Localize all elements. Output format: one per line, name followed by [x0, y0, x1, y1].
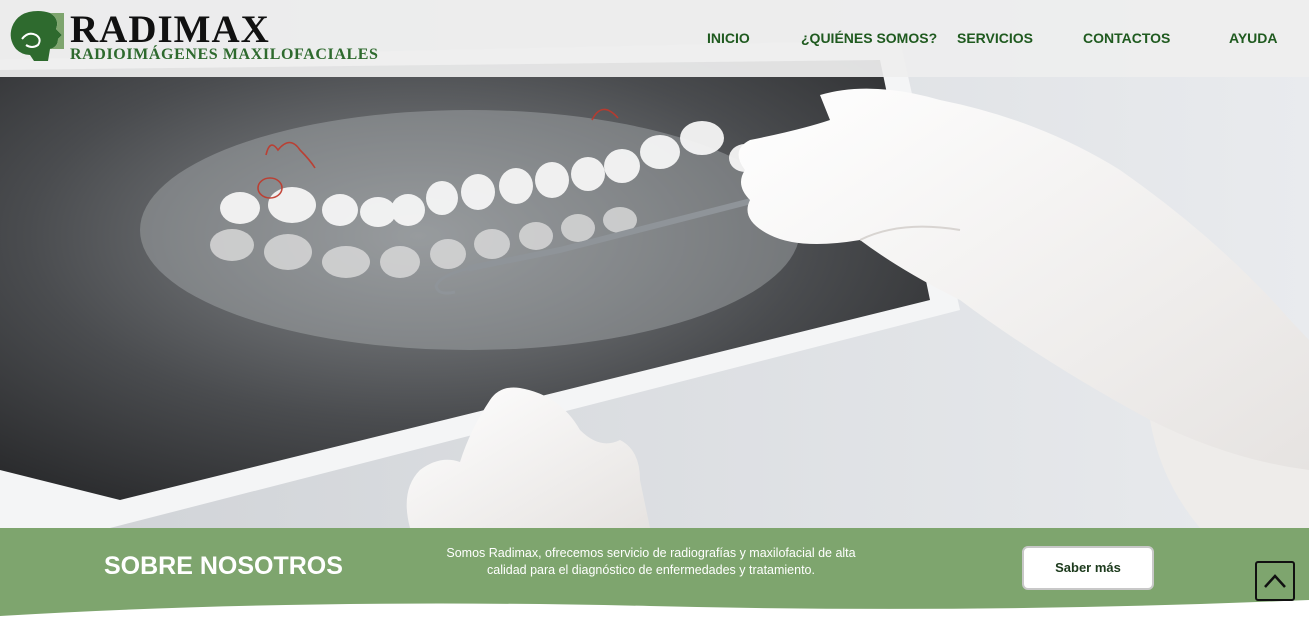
about-text-line-1: Somos Radimax, ofrecemos servicio de rad… [446, 546, 856, 560]
scroll-top-button[interactable] [1255, 561, 1295, 601]
logo-head-icon[interactable] [8, 9, 64, 63]
saber-mas-button[interactable]: Saber más [1022, 546, 1154, 590]
nav-servicios[interactable]: SERVICIOS [957, 30, 1033, 46]
dental-xray-illustration [0, 0, 1309, 528]
brand-subtitle: RADIOIMÁGENES MAXILOFACIALES [70, 46, 379, 63]
nav-inicio[interactable]: INICIO [707, 30, 750, 46]
hero-image [0, 0, 1309, 528]
wave-divider [0, 600, 1309, 621]
site-header: RADIMAX RADIOIMÁGENES MAXILOFACIALES INI… [0, 0, 1309, 77]
about-title: SOBRE NOSOTROS [104, 552, 343, 580]
about-banner: SOBRE NOSOTROS Somos Radimax, ofrecemos … [0, 528, 1309, 621]
about-text-line-2: calidad para el diagnóstico de enfermeda… [487, 563, 815, 577]
chevron-up-icon [1264, 574, 1286, 588]
nav-contactos[interactable]: CONTACTOS [1083, 30, 1170, 46]
brand-title[interactable]: RADIMAX [70, 10, 270, 49]
nav-quienes-somos[interactable]: ¿QUIÉNES SOMOS? [801, 30, 937, 46]
nav-ayuda[interactable]: AYUDA [1229, 30, 1278, 46]
about-description: Somos Radimax, ofrecemos servicio de rad… [444, 545, 858, 579]
